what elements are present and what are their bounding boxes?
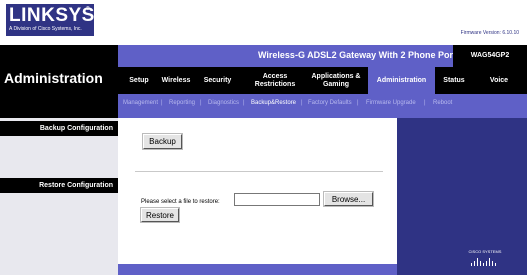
file-path-input[interactable] <box>234 193 320 206</box>
linksys-logo: LINKSYS ® A Division of Cisco Systems, I… <box>6 4 94 36</box>
subtab-backup-restore[interactable]: Backup&Restore <box>251 100 296 106</box>
subtab-management[interactable]: Management <box>123 100 158 106</box>
page-title: Administration <box>4 70 103 86</box>
backup-button[interactable]: Backup <box>143 134 182 149</box>
subtab-reporting[interactable]: Reporting <box>169 100 195 106</box>
browse-button[interactable]: Browse... <box>324 192 373 206</box>
restore-button[interactable]: Restore <box>141 208 179 222</box>
product-bar: Wireless-G ADSL2 Gateway With 2 Phone Po… <box>118 45 527 67</box>
firmware-version: Firmware Version: 6.10.10 <box>460 30 519 36</box>
product-name: Wireless-G ADSL2 Gateway With 2 Phone Po… <box>258 50 462 60</box>
tab-administration[interactable]: Administration <box>368 67 435 94</box>
header: LINKSYS ® A Division of Cisco Systems, I… <box>0 0 527 45</box>
logo-subtitle: A Division of Cisco Systems, Inc. <box>9 26 82 32</box>
registered-mark: ® <box>86 6 90 12</box>
subtab-factory-defaults[interactable]: Factory Defaults <box>308 100 352 106</box>
cisco-logo-icon <box>471 258 496 266</box>
main-tabs: Setup Wireless Security Access Restricti… <box>118 67 527 94</box>
separator: | <box>200 100 202 106</box>
separator: | <box>301 100 303 106</box>
tab-access-restrictions[interactable]: Access Restrictions <box>246 67 304 94</box>
subtab-diagnostics[interactable]: Diagnostics <box>208 100 239 106</box>
backup-configuration-heading: Backup Configuration <box>0 121 118 136</box>
tab-applications-gaming[interactable]: Applications & Gaming <box>309 67 363 94</box>
separator: | <box>243 100 245 106</box>
tab-voice[interactable]: Voice <box>480 67 518 94</box>
sub-tabs: Management | Reporting | Diagnostics | B… <box>118 94 527 118</box>
file-select-label: Please select a file to restore: <box>141 199 220 205</box>
model-number: WAG54GP2 <box>453 45 527 67</box>
tab-status[interactable]: Status <box>438 67 470 94</box>
separator: | <box>161 100 163 106</box>
logo-word: LINKSYS <box>9 5 95 26</box>
subtab-firmware-upgrade[interactable]: Firmware Upgrade <box>366 100 416 106</box>
sidebar: Backup Configuration Restore Configurati… <box>0 118 118 275</box>
tab-security[interactable]: Security <box>199 67 236 94</box>
tab-wireless[interactable]: Wireless <box>157 67 195 94</box>
bottom-strip <box>118 264 397 275</box>
tab-setup[interactable]: Setup <box>124 67 154 94</box>
subtab-reboot[interactable]: Reboot <box>433 100 452 106</box>
right-panel <box>397 118 527 275</box>
section-panel: Administration <box>0 45 118 118</box>
restore-configuration-heading: Restore Configuration <box>0 178 118 193</box>
separator: | <box>357 100 359 106</box>
main-content: Backup Please select a file to restore: … <box>118 118 397 275</box>
divider <box>135 171 383 172</box>
separator: | <box>424 100 426 106</box>
cisco-systems-text: CISCO SYSTEMS <box>468 249 502 254</box>
